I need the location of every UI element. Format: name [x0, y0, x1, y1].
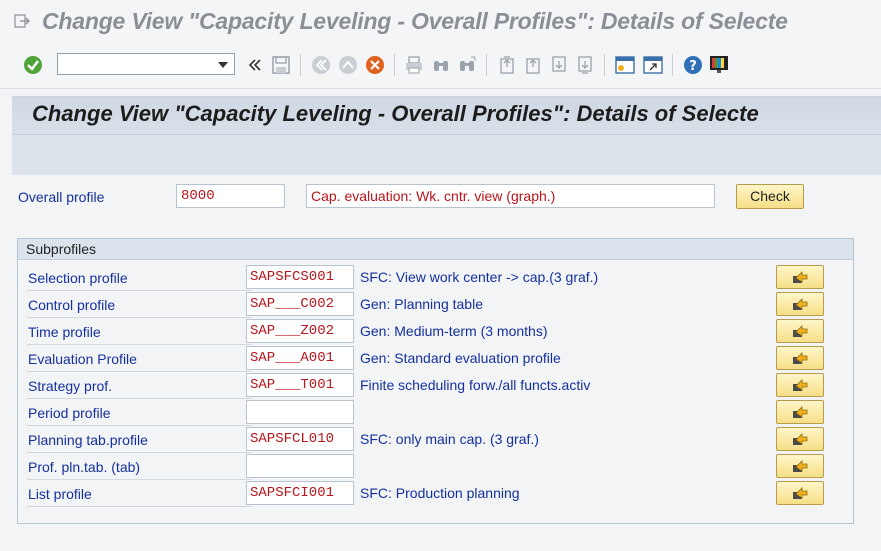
subprofile-description: Finite scheduling forw./all functs.activ — [360, 377, 591, 393]
overall-profile-label: Overall profile — [18, 189, 105, 205]
row-divider — [27, 452, 252, 453]
subprofile-description: Gen: Medium-term (3 months) — [360, 323, 548, 339]
help-icon[interactable]: ? — [682, 54, 704, 76]
subprofile-field[interactable]: SAP___A001 — [246, 346, 354, 370]
command-input[interactable] — [60, 55, 214, 75]
find-next-icon[interactable] — [456, 54, 478, 76]
subprofile-field[interactable]: SAP___T001 — [246, 373, 354, 397]
row-divider — [27, 290, 252, 291]
subprofile-label: Prof. pln.tab. (tab) — [28, 459, 141, 475]
shortcut-icon[interactable] — [642, 54, 664, 76]
subprofile-description: Gen: Planning table — [360, 296, 483, 312]
subprofile-label: Evaluation Profile — [28, 351, 137, 367]
chevron-down-icon[interactable] — [218, 62, 228, 68]
navigate-arrow-icon — [793, 433, 808, 445]
subprofile-detail-button[interactable] — [776, 454, 824, 478]
subprofile-detail-button[interactable] — [776, 373, 824, 397]
row-divider — [27, 479, 252, 480]
new-session-icon[interactable] — [614, 54, 636, 76]
subprofile-detail-button[interactable] — [776, 427, 824, 451]
print-icon[interactable] — [403, 54, 425, 76]
row-divider — [27, 344, 252, 345]
subprofile-detail-button[interactable] — [776, 292, 824, 316]
overall-profile-description: Cap. evaluation: Wk. cntr. view (graph.) — [306, 184, 715, 208]
row-divider — [27, 371, 252, 372]
subprofile-label: Planning tab.profile — [28, 432, 148, 448]
subprofile-field[interactable] — [246, 400, 354, 424]
subprofile-label: Control profile — [28, 297, 116, 313]
window-title: Change View "Capacity Leveling - Overall… — [42, 8, 788, 34]
navigate-arrow-icon — [793, 487, 808, 499]
subprofiles-group-header: Subprofiles — [18, 239, 853, 260]
subprofile-detail-button[interactable] — [776, 265, 824, 289]
subprofile-field[interactable]: SAP___C002 — [246, 292, 354, 316]
subprofile-label: Selection profile — [28, 270, 128, 286]
first-page-icon[interactable] — [496, 54, 518, 76]
last-page-icon[interactable] — [574, 54, 596, 76]
subprofile-label: Period profile — [28, 405, 111, 421]
subprofile-label: List profile — [28, 486, 92, 502]
exit-icon[interactable] — [337, 54, 359, 76]
previous-page-icon[interactable] — [522, 54, 544, 76]
subprofile-label: Strategy prof. — [28, 378, 113, 394]
subprofiles-title: Subprofiles — [26, 241, 97, 257]
subprofile-detail-button[interactable] — [776, 481, 824, 505]
subprofile-detail-button[interactable] — [776, 319, 824, 343]
next-page-icon[interactable] — [548, 54, 570, 76]
navigate-arrow-icon — [793, 352, 808, 364]
svg-text:?: ? — [689, 59, 697, 74]
subprofile-field[interactable]: SAPSFCS001 — [246, 265, 354, 289]
navigate-arrow-icon — [793, 298, 808, 310]
overall-profile-field[interactable]: 8000 — [176, 184, 285, 208]
history-collapse-icon[interactable] — [244, 54, 266, 76]
back-icon[interactable] — [310, 54, 332, 76]
customize-icon[interactable] — [708, 54, 730, 76]
navigate-arrow-icon — [793, 271, 808, 283]
subprofile-description: SFC: only main cap. (3 graf.) — [360, 431, 539, 447]
subprofile-field[interactable] — [246, 454, 354, 478]
screen-title: Change View "Capacity Leveling - Overall… — [32, 101, 759, 126]
find-icon[interactable] — [430, 54, 452, 76]
row-divider — [27, 398, 252, 399]
subprofile-label: Time profile — [28, 324, 101, 340]
row-divider — [27, 425, 252, 426]
subprofile-description: SFC: Production planning — [360, 485, 520, 501]
navigate-arrow-icon — [793, 406, 808, 418]
subprofile-description: Gen: Standard evaluation profile — [360, 350, 561, 366]
screen-header: Change View "Capacity Leveling - Overall… — [12, 96, 881, 175]
cancel-icon[interactable] — [364, 54, 386, 76]
enter-icon[interactable] — [22, 54, 44, 76]
subprofile-detail-button[interactable] — [776, 346, 824, 370]
navigate-arrow-icon — [793, 325, 808, 337]
transaction-icon — [14, 14, 30, 28]
row-divider — [27, 317, 252, 318]
subprofile-field[interactable]: SAP___Z002 — [246, 319, 354, 343]
subprofile-detail-button[interactable] — [776, 400, 824, 424]
check-button[interactable]: Check — [736, 184, 804, 209]
screen-title-bar: Change View "Capacity Leveling - Overall… — [12, 97, 881, 135]
subprofile-field[interactable]: SAPSFCI001 — [246, 481, 354, 505]
subprofile-field[interactable]: SAPSFCL010 — [246, 427, 354, 451]
navigate-arrow-icon — [793, 460, 808, 472]
subprofile-description: SFC: View work center -> cap.(3 graf.) — [360, 269, 599, 285]
save-icon[interactable] — [270, 54, 292, 76]
title-bar: Change View "Capacity Leveling - Overall… — [0, 0, 881, 44]
row-divider — [27, 506, 252, 507]
command-field[interactable] — [57, 53, 235, 75]
navigate-arrow-icon — [793, 379, 808, 391]
